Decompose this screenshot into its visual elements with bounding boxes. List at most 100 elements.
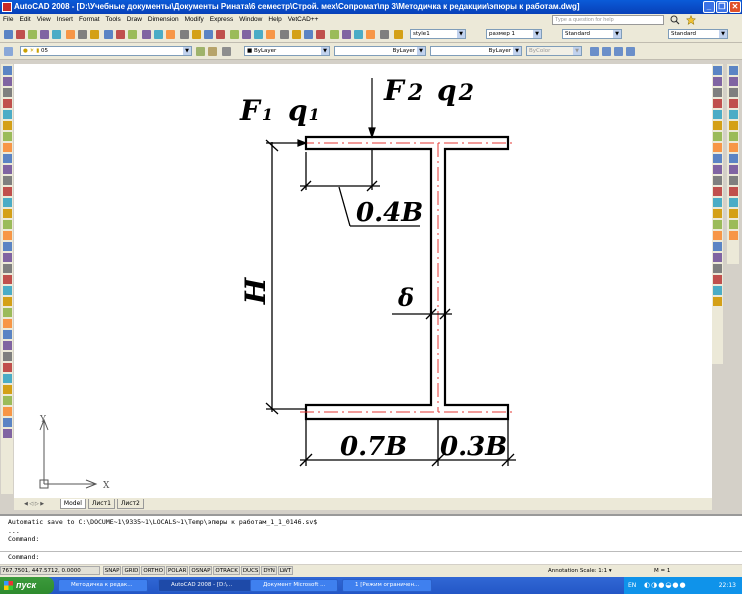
- modify-tool-icon-15[interactable]: [712, 220, 722, 229]
- taskbar-item-restricted-mode[interactable]: 1 [Режим ограничен...: [342, 579, 432, 592]
- ortho-toggle[interactable]: ORTHO: [141, 566, 165, 575]
- restore-button[interactable]: ❐: [716, 1, 728, 13]
- dimension-tool-icon-2[interactable]: [728, 77, 738, 86]
- dimension-tool-icon-9[interactable]: [728, 154, 738, 163]
- draw-tool-icon-24[interactable]: [2, 319, 12, 328]
- dyn-toggle[interactable]: DYN: [261, 566, 277, 575]
- modify-tool-icon-12[interactable]: [712, 187, 722, 196]
- draw-tool-icon-33[interactable]: [2, 418, 12, 427]
- standard-tool-icon-25[interactable]: [304, 30, 313, 39]
- draw-tool-icon-6[interactable]: [2, 121, 12, 130]
- modify-tool-icon-16[interactable]: [712, 231, 722, 240]
- menu-insert[interactable]: Insert: [54, 14, 76, 26]
- table-style-select[interactable]: Standard ▼: [562, 29, 622, 39]
- drawing-canvas[interactable]: F1 q1 F2 q2 H δ 0.4B 0.7B 0.3B Y X: [14, 64, 712, 498]
- draw-tool-icon-29[interactable]: [2, 374, 12, 383]
- polar-toggle[interactable]: POLAR: [165, 566, 189, 575]
- standard-tool-icon-20[interactable]: [242, 30, 251, 39]
- draw-tool-icon-8[interactable]: [2, 143, 12, 152]
- standard-tool-icon-12[interactable]: [142, 30, 151, 39]
- standard-tool-icon-22[interactable]: [266, 30, 275, 39]
- modify-tool-icon-20[interactable]: [712, 275, 722, 284]
- menu-format[interactable]: Format: [76, 14, 103, 26]
- menu-express[interactable]: Express: [207, 14, 236, 26]
- language-indicator[interactable]: EN: [628, 577, 636, 594]
- draw-tool-icon-2[interactable]: [2, 77, 12, 86]
- draw-tool-icon-22[interactable]: [2, 297, 12, 306]
- draw-tool-icon-27[interactable]: [2, 352, 12, 361]
- draw-tool-icon-13[interactable]: [2, 198, 12, 207]
- draw-tool-icon-16[interactable]: [2, 231, 12, 240]
- standard-tool-icon-18[interactable]: [216, 30, 225, 39]
- draw-tool-icon-15[interactable]: [2, 220, 12, 229]
- toolbar-icon-c[interactable]: [614, 47, 623, 56]
- text-style-select[interactable]: style1 ▼: [410, 29, 466, 39]
- tab-model[interactable]: Model: [59, 499, 86, 509]
- modify-tool-icon-18[interactable]: [712, 253, 722, 262]
- draw-tool-icon-28[interactable]: [2, 363, 12, 372]
- lwt-toggle[interactable]: LWT: [277, 566, 294, 575]
- menu-window[interactable]: Window: [236, 14, 265, 26]
- help-search-input[interactable]: Type a question for help: [552, 15, 664, 25]
- modify-tool-icon-17[interactable]: [712, 242, 722, 251]
- draw-tool-icon-25[interactable]: [2, 330, 12, 339]
- toolbar-icon-b[interactable]: [602, 47, 611, 56]
- draw-tool-icon-18[interactable]: [2, 253, 12, 262]
- modify-tool-icon-4[interactable]: [712, 99, 722, 108]
- standard-tool-icon-7[interactable]: [78, 30, 87, 39]
- layer-previous-icon[interactable]: [208, 47, 217, 56]
- standard-tool-icon-5[interactable]: [52, 30, 61, 39]
- tab-nav-arrows-icon[interactable]: ◀ ◁ ▷ ▶: [14, 498, 58, 508]
- modify-tool-icon-6[interactable]: [712, 121, 722, 130]
- dimension-tool-icon-3[interactable]: [728, 88, 738, 97]
- dimension-tool-icon-5[interactable]: [728, 110, 738, 119]
- layer-manager-icon[interactable]: [4, 47, 13, 56]
- draw-tool-icon-34[interactable]: [2, 429, 12, 438]
- dimension-tool-icon-16[interactable]: [728, 231, 738, 240]
- modify-tool-icon-22[interactable]: [712, 297, 722, 306]
- minimize-button[interactable]: _: [703, 1, 715, 13]
- modify-tool-icon-11[interactable]: [712, 176, 722, 185]
- draw-tool-icon-32[interactable]: [2, 407, 12, 416]
- standard-tool-icon-27[interactable]: [330, 30, 339, 39]
- annotation-scale-select[interactable]: Annotation Scale: 1:1 ▾: [548, 565, 612, 577]
- tab-layout2[interactable]: Лист2: [116, 499, 144, 509]
- menu-edit[interactable]: Edit: [16, 14, 33, 26]
- grid-toggle[interactable]: GRID: [122, 566, 141, 575]
- dimension-tool-icon-11[interactable]: [728, 176, 738, 185]
- standard-tool-icon-8[interactable]: [90, 30, 99, 39]
- start-button[interactable]: пуск: [0, 577, 54, 594]
- tab-layout1[interactable]: Лист1: [87, 499, 115, 509]
- standard-tool-icon-14[interactable]: [166, 30, 175, 39]
- dimension-tool-icon-7[interactable]: [728, 132, 738, 141]
- autocad-app-icon[interactable]: [2, 2, 12, 12]
- modify-tool-icon-1[interactable]: [712, 66, 722, 75]
- snap-toggle[interactable]: SNAP: [102, 566, 122, 575]
- dimension-tool-icon-13[interactable]: [728, 198, 738, 207]
- layer-states-icon[interactable]: [222, 47, 231, 56]
- standard-tool-icon-31[interactable]: [380, 30, 389, 39]
- draw-tool-icon-20[interactable]: [2, 275, 12, 284]
- draw-tool-icon-26[interactable]: [2, 341, 12, 350]
- draw-tool-icon-12[interactable]: [2, 187, 12, 196]
- toolbar-icon-d[interactable]: [626, 47, 635, 56]
- dimension-tool-icon-14[interactable]: [728, 209, 738, 218]
- taskbar-item-methodichka[interactable]: Методичка к редак...: [58, 579, 148, 592]
- standard-tool-icon-17[interactable]: [204, 30, 213, 39]
- dimension-tool-icon-1[interactable]: [728, 66, 738, 75]
- standard-tool-icon-15[interactable]: [180, 30, 189, 39]
- standard-tool-icon-23[interactable]: [280, 30, 289, 39]
- draw-tool-icon-10[interactable]: [2, 165, 12, 174]
- dimension-tool-icon-12[interactable]: [728, 187, 738, 196]
- standard-tool-icon-1[interactable]: [4, 30, 13, 39]
- menu-dimension[interactable]: Dimension: [145, 14, 182, 26]
- modify-tool-icon-2[interactable]: [712, 77, 722, 86]
- standard-tool-icon-21[interactable]: [254, 30, 263, 39]
- standard-tool-icon-2[interactable]: [16, 30, 25, 39]
- dimension-tool-icon-15[interactable]: [728, 220, 738, 229]
- menu-view[interactable]: View: [34, 14, 54, 26]
- dimension-tool-icon-10[interactable]: [728, 165, 738, 174]
- draw-tool-icon-21[interactable]: [2, 286, 12, 295]
- dimension-tool-icon-8[interactable]: [728, 143, 738, 152]
- modify-tool-icon-3[interactable]: [712, 88, 722, 97]
